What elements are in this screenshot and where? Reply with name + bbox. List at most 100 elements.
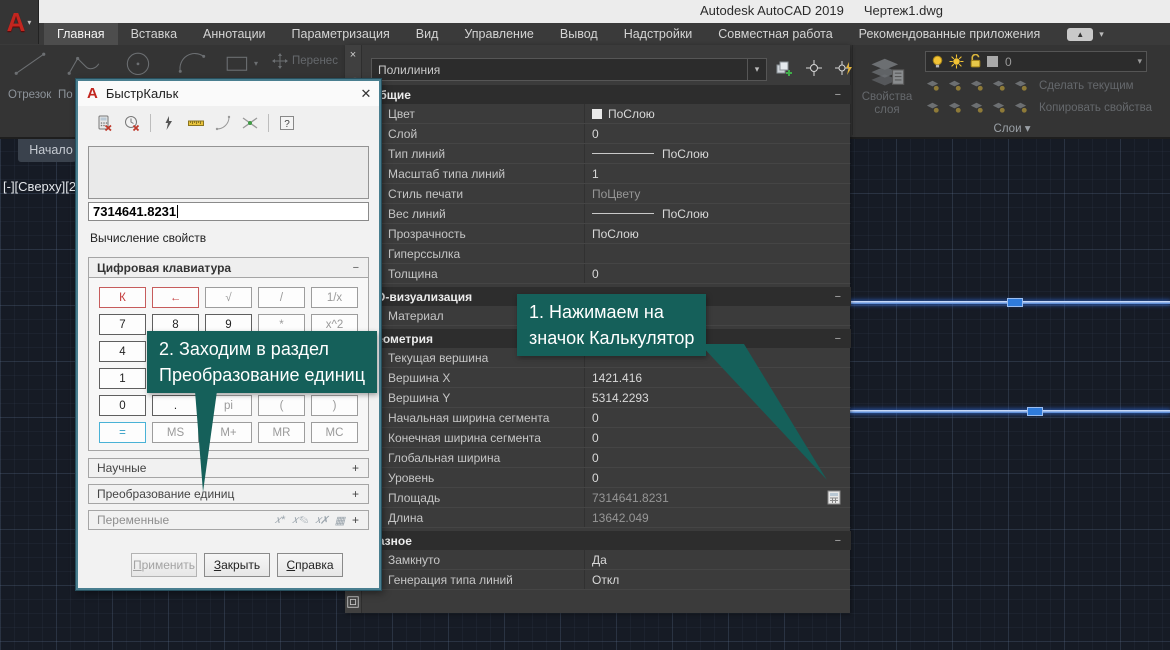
property-value[interactable]: ПоЦвету [584, 184, 851, 203]
rectangle-tool-icon[interactable] [224, 53, 252, 75]
ribbon-tab-параметризация[interactable]: Параметризация [279, 23, 403, 45]
collapse-icon[interactable]: − [835, 535, 841, 547]
distance-icon[interactable] [187, 114, 205, 132]
keypad-button-=[interactable]: = [99, 422, 146, 443]
calculator-launch-button[interactable] [827, 490, 841, 505]
quickcalc-title-bar[interactable]: A БыстрКальк ✕ [78, 81, 379, 107]
get-coordinates-icon[interactable] [160, 114, 178, 132]
property-value[interactable]: ПоСлою [584, 104, 851, 123]
keypad-button-)[interactable]: ) [311, 395, 358, 416]
layer-tool-icon[interactable] [991, 77, 1006, 92]
pick-point-icon[interactable] [804, 58, 824, 78]
keypad-button-MR[interactable]: MR [258, 422, 305, 443]
quick-select-icon[interactable] [834, 58, 854, 78]
polyline-tool-label[interactable]: По [58, 89, 73, 101]
polyline-tool-icon[interactable] [66, 50, 102, 78]
polyline-grip[interactable] [1027, 407, 1043, 416]
select-new-objects-icon[interactable] [774, 58, 794, 78]
keypad-button-4[interactable]: 4 [99, 341, 146, 362]
property-value[interactable]: ПоСлою [584, 144, 851, 163]
keypad-button-7[interactable]: 7 [99, 314, 146, 335]
layers-panel-title[interactable]: Слои ▾ [853, 121, 1170, 135]
справка-button[interactable]: Справка [277, 553, 343, 577]
circle-tool-icon[interactable] [122, 50, 154, 78]
delete-variable-icon[interactable]: 𝑥✗ [315, 514, 327, 527]
collapse-icon[interactable]: − [353, 262, 368, 274]
chevron-down-icon[interactable]: ▾ [254, 59, 258, 68]
keypad-button-0[interactable]: 0 [99, 395, 146, 416]
new-variable-icon[interactable]: 𝑥* [275, 514, 285, 527]
keypad-button-/[interactable]: / [258, 287, 305, 308]
polyline-segment[interactable] [840, 410, 1170, 413]
layer-tool-icon[interactable] [969, 77, 984, 92]
ribbon-tab-вставка[interactable]: Вставка [118, 23, 190, 45]
ribbon-tab-надстройки[interactable]: Надстройки [611, 23, 706, 45]
layer-tool-icon[interactable] [925, 77, 940, 92]
match-properties-button[interactable]: Копировать свойства [1039, 102, 1152, 114]
layer-tool-icon[interactable] [925, 99, 940, 114]
chevron-down-icon[interactable]: ▾ [747, 59, 766, 80]
property-value[interactable]: ПоСлою [584, 224, 851, 243]
line-tool-icon[interactable] [12, 50, 48, 78]
property-value[interactable] [584, 244, 851, 263]
section-header-общие[interactable]: Общие− [362, 85, 851, 104]
palette-properties-icon[interactable] [346, 595, 360, 609]
keypad-button-MC[interactable]: MC [311, 422, 358, 443]
применить-button[interactable]: Применить [131, 553, 197, 577]
expand-icon[interactable]: + [352, 487, 368, 501]
layer-tool-icon[interactable] [1013, 77, 1028, 92]
collapse-icon[interactable]: − [835, 89, 841, 101]
history-area[interactable] [88, 146, 369, 199]
calculator-icon[interactable]: ▦ [335, 514, 345, 527]
layer-properties-button[interactable]: Свойства слоя [857, 91, 917, 117]
numpad-section-header[interactable]: Цифровая клавиатура − [88, 257, 369, 278]
collapse-icon[interactable]: − [835, 333, 841, 345]
help-icon[interactable]: ? [278, 114, 296, 132]
property-value[interactable]: ПоСлою [584, 204, 851, 223]
layer-tool-icon[interactable] [947, 77, 962, 92]
ribbon-tab-главная[interactable]: Главная [44, 23, 118, 45]
expand-icon[interactable]: + [352, 513, 368, 527]
layer-properties-icon[interactable] [867, 51, 907, 91]
intersection-icon[interactable] [241, 114, 259, 132]
layer-tool-icon[interactable] [991, 99, 1006, 114]
property-value[interactable]: 7314641.8231 [584, 488, 851, 507]
expression-input[interactable]: 7314641.8231 [88, 202, 369, 221]
layer-tool-icon[interactable] [947, 99, 962, 114]
layer-tool-icon[interactable] [969, 99, 984, 114]
chevron-down-icon[interactable]: ▾ [1137, 56, 1142, 67]
polyline-grip[interactable] [1007, 298, 1023, 307]
object-type-dropdown[interactable]: Полилиния ▾ [371, 58, 767, 81]
ribbon-tab-рекомендованные-приложения[interactable]: Рекомендованные приложения [846, 23, 1054, 45]
keypad-button-К[interactable]: К [99, 287, 146, 308]
section-header-разное[interactable]: Разное− [362, 531, 851, 550]
ribbon-tab-вид[interactable]: Вид [403, 23, 452, 45]
application-menu-button[interactable]: A ▾ [0, 0, 39, 44]
chevron-down-icon[interactable]: ▾ [1099, 29, 1104, 40]
keypad-button-1/x[interactable]: 1/x [311, 287, 358, 308]
property-value[interactable]: Да [584, 550, 851, 569]
property-value[interactable]: 0 [584, 264, 851, 283]
layer-tool-icon[interactable] [1013, 99, 1028, 114]
make-current-button[interactable]: Сделать текущим [1039, 80, 1134, 92]
property-value[interactable]: Откл [584, 570, 851, 589]
viewport-controls-label[interactable]: [-][Сверху][2 [3, 179, 76, 194]
move-tool-icon[interactable] [272, 53, 288, 69]
ribbon-tab-совместная-работа[interactable]: Совместная работа [705, 23, 845, 45]
edit-variable-icon[interactable]: 𝑥✎ [292, 514, 308, 527]
angle-icon[interactable] [214, 114, 232, 132]
close-icon[interactable]: ✕ [353, 86, 379, 102]
keypad-button-←[interactable]: ← [152, 287, 199, 308]
section-научные[interactable]: Научные+ [88, 458, 369, 478]
file-tab-start[interactable]: Начало [18, 137, 84, 162]
move-tool-label[interactable]: Перенес [292, 55, 338, 67]
section-переменные[interactable]: Переменные𝑥*𝑥✎𝑥✗▦+ [88, 510, 369, 530]
expand-icon[interactable]: + [352, 461, 368, 475]
clear-icon[interactable] [96, 114, 114, 132]
ribbon-tab-управление[interactable]: Управление [451, 23, 547, 45]
keypad-button-√[interactable]: √ [205, 287, 252, 308]
layer-select-dropdown[interactable]: 0 ▾ [925, 51, 1147, 72]
close-icon[interactable]: × [345, 49, 361, 61]
закрыть-button[interactable]: Закрыть [204, 553, 270, 577]
ribbon-tab-аннотации[interactable]: Аннотации [190, 23, 278, 45]
